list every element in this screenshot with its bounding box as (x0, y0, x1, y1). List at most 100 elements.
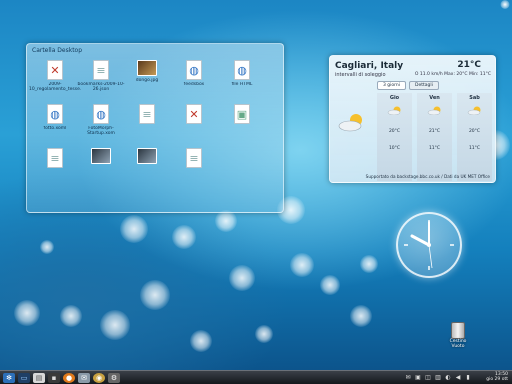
weather-tabs: 3 giorni Dettagli (377, 81, 439, 90)
bokeh-light (190, 330, 212, 352)
bokeh-light (215, 210, 237, 232)
image-icon (137, 148, 157, 164)
html-file-icon: ◍ (186, 60, 202, 80)
partly-cloudy-icon (467, 106, 480, 115)
volume-tray-icon[interactable]: ◀ (454, 374, 462, 382)
desktop-file[interactable]: ≡ (168, 148, 220, 168)
settings-icon[interactable]: ⚙ (108, 372, 120, 383)
partly-cloudy-icon (387, 106, 400, 115)
tab-3-days[interactable]: 3 giorni (377, 81, 407, 90)
bokeh-light (172, 225, 196, 249)
clock-face-icon (404, 220, 454, 270)
weather-condition: intervalli di soleggio (335, 72, 386, 78)
weather-meta: O 11.0 km/h Max: 20°C Min: 11°C (415, 72, 491, 77)
bokeh-light (140, 280, 170, 310)
image-icon (91, 148, 111, 164)
desktop-file-label: dongo.jpg (135, 78, 159, 83)
text-file-icon: ≡ (93, 60, 109, 80)
desktop-file[interactable]: ◍ file HTML (216, 60, 268, 87)
battery-tray-icon[interactable]: ▮ (464, 374, 472, 382)
pdf-icon: ✕ (47, 60, 63, 80)
html-file-icon: ◍ (47, 104, 63, 124)
forecast-high: 20°C (388, 129, 401, 134)
forecast-grid: Gio 20°C 10°C Ven 21°C 11°C Sab 20°C 11°… (377, 93, 492, 185)
weather-source-link[interactable]: Supportato da backstage.bbc.co.uk / Dati… (366, 174, 490, 179)
forecast-low: 11°C (468, 146, 481, 151)
bokeh-light (229, 265, 255, 291)
desktop-file-label: file HTML (231, 82, 253, 87)
desktop-file[interactable] (75, 148, 127, 164)
forecast-high: 20°C (468, 129, 481, 134)
partly-cloudy-icon (427, 106, 440, 115)
forecast-day-name: Ven (429, 95, 440, 101)
desktop-file[interactable]: ≡ bookmarks-2009-10-26.json (75, 60, 127, 92)
trash-icon (451, 322, 465, 339)
desktop-toolbox-button[interactable] (500, 0, 510, 9)
bokeh-light (320, 275, 340, 295)
analog-clock-widget[interactable] (396, 212, 462, 278)
desktop-file[interactable]: dongo.jpg (121, 60, 173, 83)
desktop-pager-icon[interactable]: ▭ (18, 372, 30, 383)
forecast-day-name: Sab (469, 95, 480, 101)
update-tray-icon[interactable]: ◐ (444, 374, 452, 382)
forecast-low: 11°C (428, 146, 441, 151)
taskbar-clock[interactable]: 13:50 gio 29 ott (486, 372, 508, 382)
text-file-icon: ≡ (47, 148, 63, 168)
taskbar-date: gio 29 ott (486, 377, 508, 382)
weather-widget[interactable]: Cagliari, Italy intervalli di soleggio 2… (329, 55, 496, 183)
folder-view-widget[interactable]: Cartella Desktop ✕ 2009-10_regolamento_t… (26, 43, 284, 213)
file-manager-icon[interactable]: ▤ (33, 372, 45, 383)
trash-label: Cestino Vuoto (449, 339, 467, 349)
desktop-file[interactable]: ✕ 2009-10_regolamento_tesse.pdf (29, 60, 81, 92)
desktop-file[interactable]: ≡ (29, 148, 81, 168)
weather-wind: O 11.0 km/h (414, 72, 443, 77)
desktop-file[interactable]: ✕ (168, 104, 220, 124)
bokeh-light (100, 310, 130, 340)
text-file-icon: ≡ (139, 104, 155, 124)
weather-temperature: 21°C (457, 60, 481, 70)
chat-icon[interactable]: ◉ (93, 372, 105, 383)
desktop-file-label: fotto.xoml (43, 126, 67, 131)
folder-view-title: Cartella Desktop (32, 47, 83, 54)
partly-cloudy-icon (338, 114, 362, 132)
desktop-file[interactable]: ▣ (216, 104, 268, 124)
desktop-file[interactable]: ≡ (121, 104, 173, 124)
bokeh-light (40, 240, 54, 254)
forecast-low: 10°C (388, 146, 401, 151)
mail-icon[interactable]: ✉ (78, 372, 90, 383)
kde-menu-icon[interactable]: ✻ (3, 372, 15, 383)
forecast-day-name: Gio (389, 95, 400, 101)
bokeh-light (360, 255, 378, 273)
tab-details[interactable]: Dettagli (409, 81, 439, 90)
bokeh-light (120, 215, 148, 243)
bokeh-light (60, 305, 82, 327)
pdf-icon: ✕ (186, 104, 202, 124)
forecast-day: Gio 20°C 10°C (377, 93, 412, 181)
html-file-icon: ◍ (234, 60, 250, 80)
clipboard-tray-icon[interactable]: ▥ (434, 374, 442, 382)
network-tray-icon[interactable]: ◫ (424, 374, 432, 382)
desktop-file-label: FotoMorph-Startup.xom (87, 126, 115, 136)
image-file-icon: ▣ (234, 104, 250, 124)
desktop-file[interactable]: ◍ fotto.xoml (29, 104, 81, 131)
desktop-file[interactable]: ◍ feedsbox (168, 60, 220, 87)
bokeh-light (255, 325, 273, 343)
trash-widget[interactable]: Cestino Vuoto (446, 322, 470, 349)
bokeh-light (14, 300, 40, 326)
text-file-icon: ≡ (186, 148, 202, 168)
forecast-day: Ven 21°C 11°C (417, 93, 452, 181)
notification-tray-icon[interactable]: ▣ (414, 374, 422, 382)
terminal-icon[interactable]: ▪ (48, 372, 60, 383)
bokeh-light (350, 305, 372, 327)
taskbar: ✻ ▭ ▤ ▪ ● ✉ ◉ ⚙ ✉ ▣ ◫ ▥ ◐ ◀ ▮ 13:50 gio … (0, 370, 512, 384)
desktop-file[interactable] (121, 148, 173, 164)
weather-range: Max: 20°C Min: 11°C (444, 72, 491, 77)
mail-tray-icon[interactable]: ✉ (404, 374, 412, 382)
desktop-file[interactable]: ◍ FotoMorph-Startup.xom (75, 104, 127, 136)
forecast-day: Sab 20°C 11°C (457, 93, 492, 181)
image-icon (137, 60, 157, 76)
firefox-icon[interactable]: ● (63, 372, 75, 383)
desktop-file-label: 2009-10_regolamento_tesse.pdf (29, 82, 81, 92)
html-file-icon: ◍ (93, 104, 109, 124)
forecast-high: 21°C (428, 129, 441, 134)
